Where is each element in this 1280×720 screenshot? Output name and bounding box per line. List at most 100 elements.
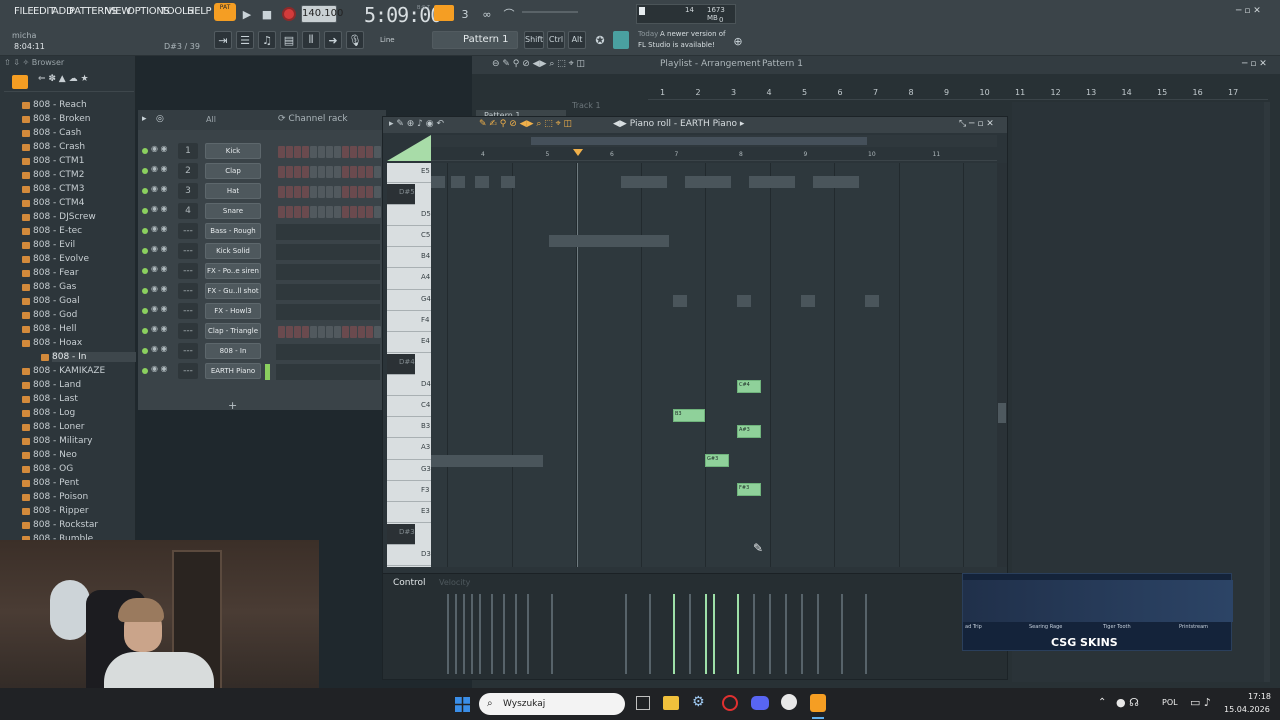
- shift-button[interactable]: Shift: [524, 31, 544, 49]
- channel-row[interactable]: ◉ ◉ --- Kick Solid: [138, 243, 386, 261]
- step-button[interactable]: [278, 166, 285, 178]
- step-button[interactable]: [278, 326, 285, 338]
- loop-record-icon[interactable]: ∞: [478, 5, 496, 23]
- control-label[interactable]: Control: [393, 578, 426, 588]
- piano-key[interactable]: D#5: [387, 184, 415, 205]
- velocity-stem[interactable]: [625, 594, 627, 674]
- piano-roll-window-controls[interactable]: ⤡ ─ ▫ ✕: [959, 119, 994, 129]
- channel-select-indicator[interactable]: [265, 364, 270, 380]
- channel-mixer-track[interactable]: ---: [178, 263, 198, 279]
- clock-date[interactable]: 15.04.2026: [1224, 705, 1270, 714]
- alt-button[interactable]: Alt: [568, 31, 586, 49]
- step-button[interactable]: [358, 146, 365, 158]
- browser-item[interactable]: 808 - In: [41, 352, 136, 362]
- browser-item[interactable]: 808 - Land: [21, 380, 81, 390]
- channel-row[interactable]: ◉ ◉ --- 808 - In: [138, 343, 386, 361]
- step-button[interactable]: [334, 166, 341, 178]
- velocity-stem[interactable]: [705, 594, 707, 674]
- tray-chevron-icon[interactable]: ⌃: [1098, 697, 1106, 708]
- channel-knob-icons[interactable]: ◉ ◉: [151, 284, 168, 293]
- step-button[interactable]: [350, 186, 357, 198]
- channel-knob-icons[interactable]: ◉ ◉: [151, 324, 168, 333]
- step-button[interactable]: [350, 326, 357, 338]
- velocity-stem[interactable]: [753, 594, 755, 674]
- browser-item[interactable]: 808 - OG: [21, 464, 73, 474]
- step-button[interactable]: [318, 146, 325, 158]
- note-color-icon[interactable]: [387, 135, 431, 161]
- step-button[interactable]: [326, 186, 333, 198]
- channel-pianoroll-preview[interactable]: [276, 304, 380, 320]
- velocity-stem[interactable]: [479, 594, 481, 674]
- snap-mode[interactable]: Line: [380, 36, 395, 44]
- channel-name-button[interactable]: FX - Howl3: [205, 303, 261, 319]
- clock-time[interactable]: 17:18: [1237, 692, 1271, 701]
- pat-song-toggle[interactable]: PAT: [214, 3, 236, 21]
- channel-name-button[interactable]: Kick Solid: [205, 243, 261, 259]
- channel-mixer-track[interactable]: ---: [178, 283, 198, 299]
- stop-icon[interactable]: ■: [258, 5, 276, 23]
- note[interactable]: A#3: [737, 425, 761, 438]
- piano-key[interactable]: E3: [387, 503, 431, 524]
- channel-row[interactable]: ◉ ◉ 4 Snare: [138, 203, 405, 221]
- channel-knob-icons[interactable]: ◉ ◉: [151, 164, 168, 173]
- step-button[interactable]: [302, 186, 309, 198]
- channel-mute-led[interactable]: [142, 168, 148, 174]
- piano-key[interactable]: D#4: [387, 354, 415, 375]
- browser-item[interactable]: 808 - CTM2: [21, 170, 84, 180]
- step-button[interactable]: [358, 186, 365, 198]
- step-button[interactable]: [278, 206, 285, 218]
- channel-knob-icons[interactable]: ◉ ◉: [151, 264, 168, 273]
- rack-menu-icon[interactable]: ▸: [142, 114, 147, 124]
- channel-row[interactable]: ◉ ◉ --- FX - Gu..ll shot: [138, 283, 386, 301]
- step-button[interactable]: [326, 326, 333, 338]
- step-button[interactable]: [278, 146, 285, 158]
- step-button[interactable]: [294, 166, 301, 178]
- step-button[interactable]: [350, 206, 357, 218]
- step-button[interactable]: [326, 146, 333, 158]
- news-icon[interactable]: [613, 31, 629, 49]
- menu-file[interactable]: FILE: [14, 6, 34, 20]
- browser-item[interactable]: 808 - Poison: [21, 492, 88, 502]
- playhead-marker[interactable]: [573, 149, 583, 156]
- network-volume-icons[interactable]: ▭ ♪: [1190, 696, 1211, 709]
- step-button[interactable]: [278, 186, 285, 198]
- step-button[interactable]: [334, 186, 341, 198]
- sponsor-banner[interactable]: ad Trip Searing Rage Tiger Tooth Printst…: [962, 573, 1233, 651]
- microphone-icon[interactable]: 🎙: [346, 31, 364, 49]
- language-indicator[interactable]: POL: [1162, 698, 1178, 707]
- piano-key[interactable]: G4: [387, 290, 431, 311]
- step-button[interactable]: [374, 166, 381, 178]
- ctrl-button[interactable]: Ctrl: [547, 31, 565, 49]
- fl-studio-icon[interactable]: [810, 694, 826, 712]
- channel-rack-icon[interactable]: ▤: [280, 31, 298, 49]
- channel-name-button[interactable]: Snare: [205, 203, 261, 219]
- channel-name-button[interactable]: Bass - Rough: [205, 223, 261, 239]
- browser-item[interactable]: 808 - God: [21, 310, 77, 320]
- piano-key[interactable]: D5: [387, 205, 431, 226]
- step-button[interactable]: [366, 206, 373, 218]
- browser-nav-icons[interactable]: ⇐ ✽ ▲ ☁ ★: [38, 74, 89, 84]
- channel-row[interactable]: ◉ ◉ --- Bass - Rough: [138, 223, 386, 241]
- browser-item[interactable]: 808 - KAMIKAZE: [21, 366, 105, 376]
- opera-icon[interactable]: [722, 695, 738, 711]
- step-button[interactable]: [366, 186, 373, 198]
- channel-name-button[interactable]: 808 - In: [205, 343, 261, 359]
- velocity-stem[interactable]: [551, 594, 553, 674]
- help-icon[interactable]: ✪: [591, 31, 609, 49]
- countdown-icon[interactable]: 3: [456, 5, 474, 23]
- record-icon[interactable]: [282, 7, 296, 21]
- channel-knob-icons[interactable]: ◉ ◉: [151, 344, 168, 353]
- news-line2[interactable]: FL Studio is available!: [638, 41, 715, 49]
- browser-item[interactable]: 808 - Crash: [21, 142, 85, 152]
- steam-icon[interactable]: ⚙: [692, 694, 705, 710]
- step-button[interactable]: [310, 186, 317, 198]
- velocity-stem[interactable]: [737, 594, 739, 674]
- channel-row[interactable]: ◉ ◉ --- FX - Po..e siren: [138, 263, 386, 281]
- channel-pianoroll-preview[interactable]: [276, 364, 380, 380]
- plugin-icon[interactable]: ➜: [324, 31, 342, 49]
- browser-item[interactable]: 808 - Fear: [22, 268, 79, 278]
- overview-scroll-thumb[interactable]: [531, 137, 867, 145]
- step-button[interactable]: [334, 206, 341, 218]
- channel-mixer-track[interactable]: ---: [178, 223, 198, 239]
- browser-item[interactable]: 808 - Pent: [21, 478, 79, 488]
